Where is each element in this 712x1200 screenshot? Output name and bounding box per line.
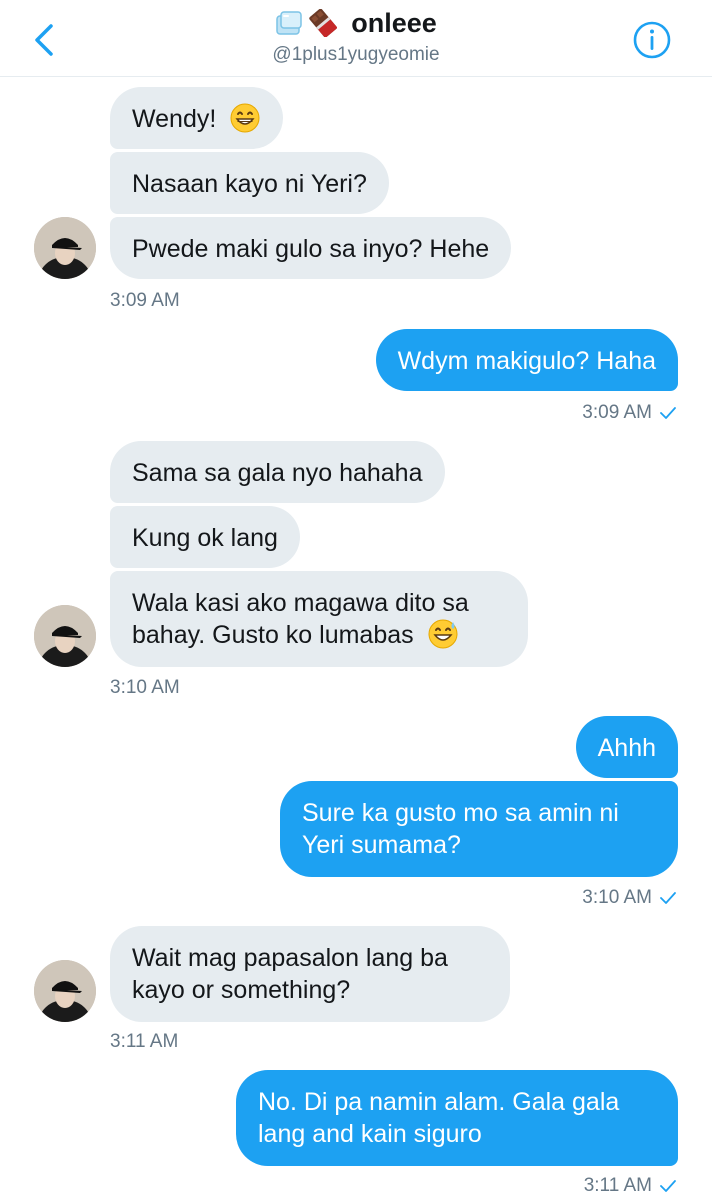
checkmark-icon xyxy=(660,407,676,419)
checkmark-icon xyxy=(660,1180,676,1192)
incoming-message[interactable]: Wala kasi ako magawa dito sa bahay. Gust… xyxy=(110,571,528,667)
conversation-header: onleee @1plus1yugyeomie xyxy=(0,0,712,77)
message-timestamp: 3:09 AM xyxy=(110,290,180,311)
avatar-image xyxy=(34,605,96,667)
outgoing-message[interactable]: No. Di pa namin alam. Gala gala lang and… xyxy=(236,1070,678,1166)
avatar-image xyxy=(34,960,96,1022)
incoming-message[interactable]: Wendy! xyxy=(110,87,284,149)
message-timestamp: 3:09 AM xyxy=(582,401,676,425)
message-timestamp: 3:11 AM xyxy=(110,1031,179,1052)
outgoing-message[interactable]: Sure ka gusto mo sa amin ni Yeri sumama? xyxy=(280,781,678,877)
message-timestamp: 3:10 AM xyxy=(582,886,676,910)
avatar[interactable] xyxy=(34,605,96,667)
outgoing-message[interactable]: Ahhh xyxy=(575,716,678,778)
incoming-message[interactable]: Pwede maki gulo sa inyo? Hehe xyxy=(110,217,512,279)
avatar[interactable] xyxy=(34,960,96,1022)
avatar[interactable] xyxy=(34,217,96,279)
conversation-title-block[interactable]: onleee @1plus1yugyeomie xyxy=(0,6,712,68)
message-timestamp: 3:11 AM xyxy=(584,1174,676,1198)
incoming-message[interactable]: Sama sa gala nyo hahaha xyxy=(110,441,445,503)
avatar-image xyxy=(34,217,96,279)
checkmark-icon xyxy=(660,892,676,904)
grinning-sweat-icon xyxy=(428,619,458,649)
conversation-title: onleee xyxy=(351,8,437,38)
info-icon[interactable] xyxy=(632,20,672,60)
message-timestamp: 3:10 AM xyxy=(110,677,180,698)
conversation-handle: @1plus1yugyeomie xyxy=(272,44,440,65)
grinning-face-icon xyxy=(230,103,260,133)
incoming-message[interactable]: Wait mag papasalon lang ba kayo or somet… xyxy=(110,926,510,1022)
incoming-message[interactable]: Nasaan kayo ni Yeri? xyxy=(110,152,389,214)
ice-cube-icon xyxy=(276,11,302,35)
outgoing-message[interactable]: Wdym makigulo? Haha xyxy=(375,329,678,391)
chocolate-bar-icon xyxy=(309,9,338,37)
incoming-message[interactable]: Kung ok lang xyxy=(110,506,300,568)
